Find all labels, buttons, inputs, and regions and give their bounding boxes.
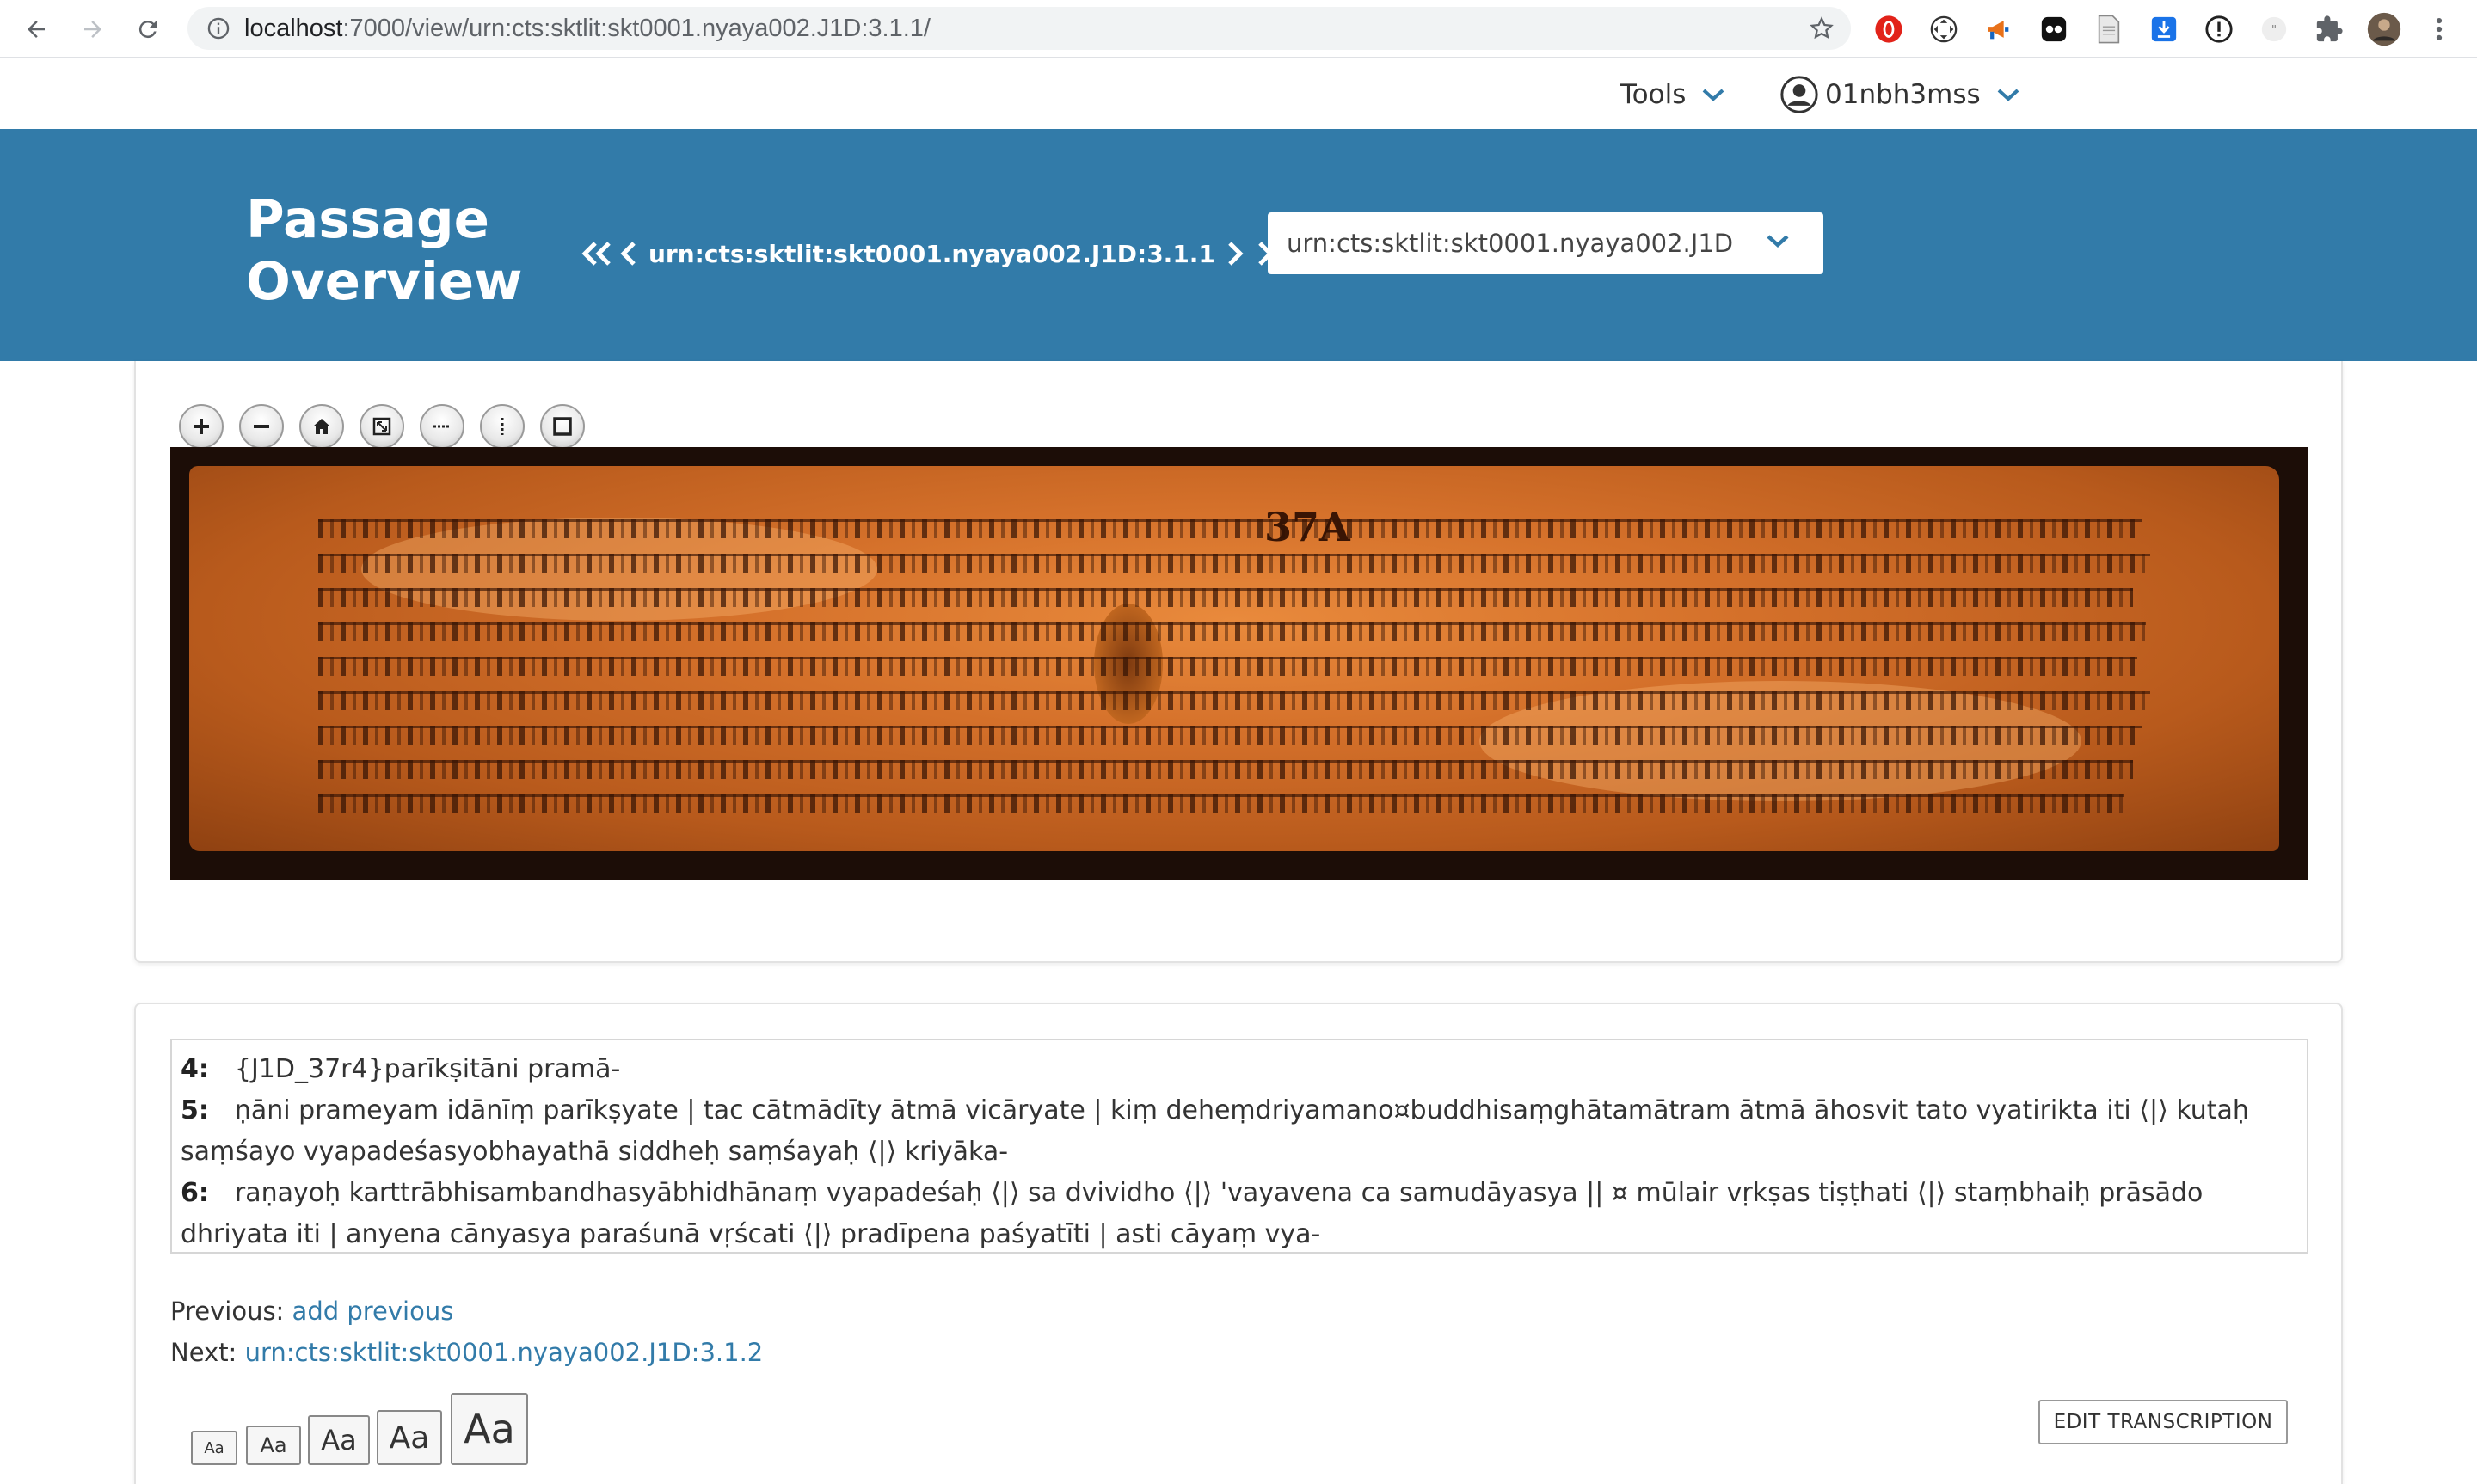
svg-text:": " (2271, 24, 2277, 38)
home-button[interactable] (299, 404, 344, 449)
home-icon (313, 419, 330, 434)
font-size-s-button[interactable]: Aa (246, 1426, 301, 1465)
transcription-line: 4: {J1D_37r4}parīkṣitāni pramā- (181, 1049, 2298, 1090)
vertical-icon (501, 418, 504, 435)
forward-arrow-icon (84, 21, 101, 38)
browser-menu-icon[interactable] (2422, 12, 2456, 46)
zoom-in-icon (194, 419, 209, 434)
passage-select-value: urn:cts:sktlit:skt0001.nyaya002.J1D: (1287, 229, 1734, 258)
reload-icon (138, 21, 157, 39)
chevron-down-icon (1997, 89, 2019, 101)
app-navbar: Tools 01nbh3mss (0, 60, 2477, 129)
user-avatar-icon (1780, 76, 1818, 113)
chevron-down-icon (1703, 89, 1724, 101)
back-arrow-icon (28, 21, 45, 38)
tools-menu-label: Tools (1620, 79, 1687, 110)
font-size-l-button[interactable]: Aa (377, 1410, 442, 1465)
next-passage-link[interactable]: urn:cts:sktlit:skt0001.nyaya002.J1D:3.1.… (245, 1338, 764, 1367)
url-text: localhost:7000/view/urn:cts:sktlit:skt00… (244, 15, 931, 43)
page-title: Passage Overview (246, 189, 523, 312)
line-number: 4: (181, 1054, 209, 1084)
line-text: ṇāni prameyam idānīṃ parīkṣyate | tac cā… (234, 1095, 2249, 1125)
horizontal-mode-button[interactable] (420, 404, 464, 449)
document-icon[interactable] (2092, 12, 2126, 46)
fit-icon (553, 417, 572, 436)
puzzle-icon[interactable] (2312, 12, 2346, 46)
horizontal-icon (433, 425, 451, 428)
palm-leaf: 37A (189, 466, 2279, 851)
next-passage-icon[interactable] (1226, 236, 1245, 271)
line-number: 5: (181, 1095, 209, 1125)
transcription-line: 5: ṇāni prameyam idānīṃ parīkṣyate | tac … (181, 1090, 2298, 1131)
font-size-xl-button[interactable]: Aa (451, 1393, 528, 1465)
passage-select[interactable]: urn:cts:sktlit:skt0001.nyaya002.J1D: (1268, 212, 1823, 274)
forward-button[interactable] (74, 10, 112, 48)
transcription-box[interactable]: 4: {J1D_37r4}parīkṣitāni pramā- 5: ṇāni pr… (170, 1039, 2308, 1254)
previous-passage: Previous: add previous (170, 1297, 453, 1326)
previous-label: Previous: (170, 1297, 285, 1326)
url-path: :7000/view/urn:cts:sktlit:skt0001.nyaya0… (342, 14, 931, 42)
line-number: 6: (181, 1178, 209, 1208)
font-size-controls: Aa Aa Aa Aa Aa (191, 1391, 535, 1465)
reload-button[interactable] (129, 10, 167, 48)
zoom-out-icon (254, 425, 269, 428)
megaphone-icon[interactable] (1982, 12, 2016, 46)
user-menu-label: 01nbh3mss (1825, 79, 1981, 110)
line-text: raṇayoḥ karttrābhisambandhasyābhidhānaṃ … (234, 1178, 2203, 1208)
user-menu[interactable]: 01nbh3mss (1780, 74, 2020, 115)
transcription-card: 4: {J1D_37r4}parīkṣitāni pramā- 5: ṇāni pr… (134, 1003, 2343, 1484)
full-page-button[interactable] (360, 404, 404, 449)
move-icon[interactable] (1927, 12, 1961, 46)
back-button[interactable] (17, 10, 55, 48)
chevron-down-icon (1767, 235, 1789, 248)
zoom-in-button[interactable] (179, 404, 224, 449)
transcription-line: 6: raṇayoḥ karttrābhisambandhasyābhidhāna… (181, 1173, 2298, 1214)
transcription-line-continuation: dhriyata iti | anyena cānyasya paraśunā … (181, 1219, 1321, 1249)
fit-button[interactable] (540, 404, 585, 449)
first-passage-icon[interactable] (578, 236, 616, 271)
download-icon[interactable] (2147, 12, 2181, 46)
page-header: Passage Overview urn:cts:sktlit:skt0001.… (0, 129, 2477, 361)
next-passage: Next: urn:cts:sktlit:skt0001.nyaya002.J1… (170, 1338, 763, 1367)
browser-toolbar: localhost:7000/view/urn:cts:sktlit:skt00… (0, 0, 2477, 58)
quote-icon[interactable]: " (2257, 12, 2291, 46)
site-info-icon[interactable] (205, 15, 232, 42)
next-label: Next: (170, 1338, 237, 1367)
add-previous-link[interactable]: add previous (292, 1297, 454, 1326)
panda-icon[interactable] (2037, 12, 2071, 46)
url-host: localhost (244, 14, 343, 42)
vertical-mode-button[interactable] (480, 404, 525, 449)
transcription-line-continuation: saṃśayo vyapadeśasyobhayathā siddheḥ saṃ… (181, 1137, 1009, 1167)
passage-navigation: urn:cts:sktlit:skt0001.nyaya002.J1D:3.1.… (578, 234, 1291, 273)
edit-transcription-button[interactable]: EDIT TRANSCRIPTION (2038, 1400, 2288, 1444)
opera-icon[interactable] (1872, 12, 1906, 46)
info-icon[interactable] (2202, 12, 2236, 46)
current-urn: urn:cts:sktlit:skt0001.nyaya002.J1D:3.1.… (648, 239, 1215, 268)
fullpage-icon (372, 417, 391, 436)
address-bar[interactable]: localhost:7000/view/urn:cts:sktlit:skt00… (187, 7, 1851, 50)
font-size-xs-button[interactable]: Aa (191, 1431, 237, 1465)
profile-avatar[interactable] (2367, 12, 2401, 46)
manuscript-image[interactable]: 37A (170, 447, 2308, 880)
previous-passage-icon[interactable] (619, 236, 638, 271)
bookmark-star-icon[interactable] (1808, 15, 1835, 42)
font-size-m-button[interactable]: Aa (308, 1415, 370, 1465)
line-text: {J1D_37r4}parīkṣitāni pramā- (234, 1054, 621, 1084)
tools-menu[interactable]: Tools (1620, 74, 1725, 115)
zoom-out-button[interactable] (239, 404, 284, 449)
image-viewer-card: 37A (134, 361, 2343, 963)
